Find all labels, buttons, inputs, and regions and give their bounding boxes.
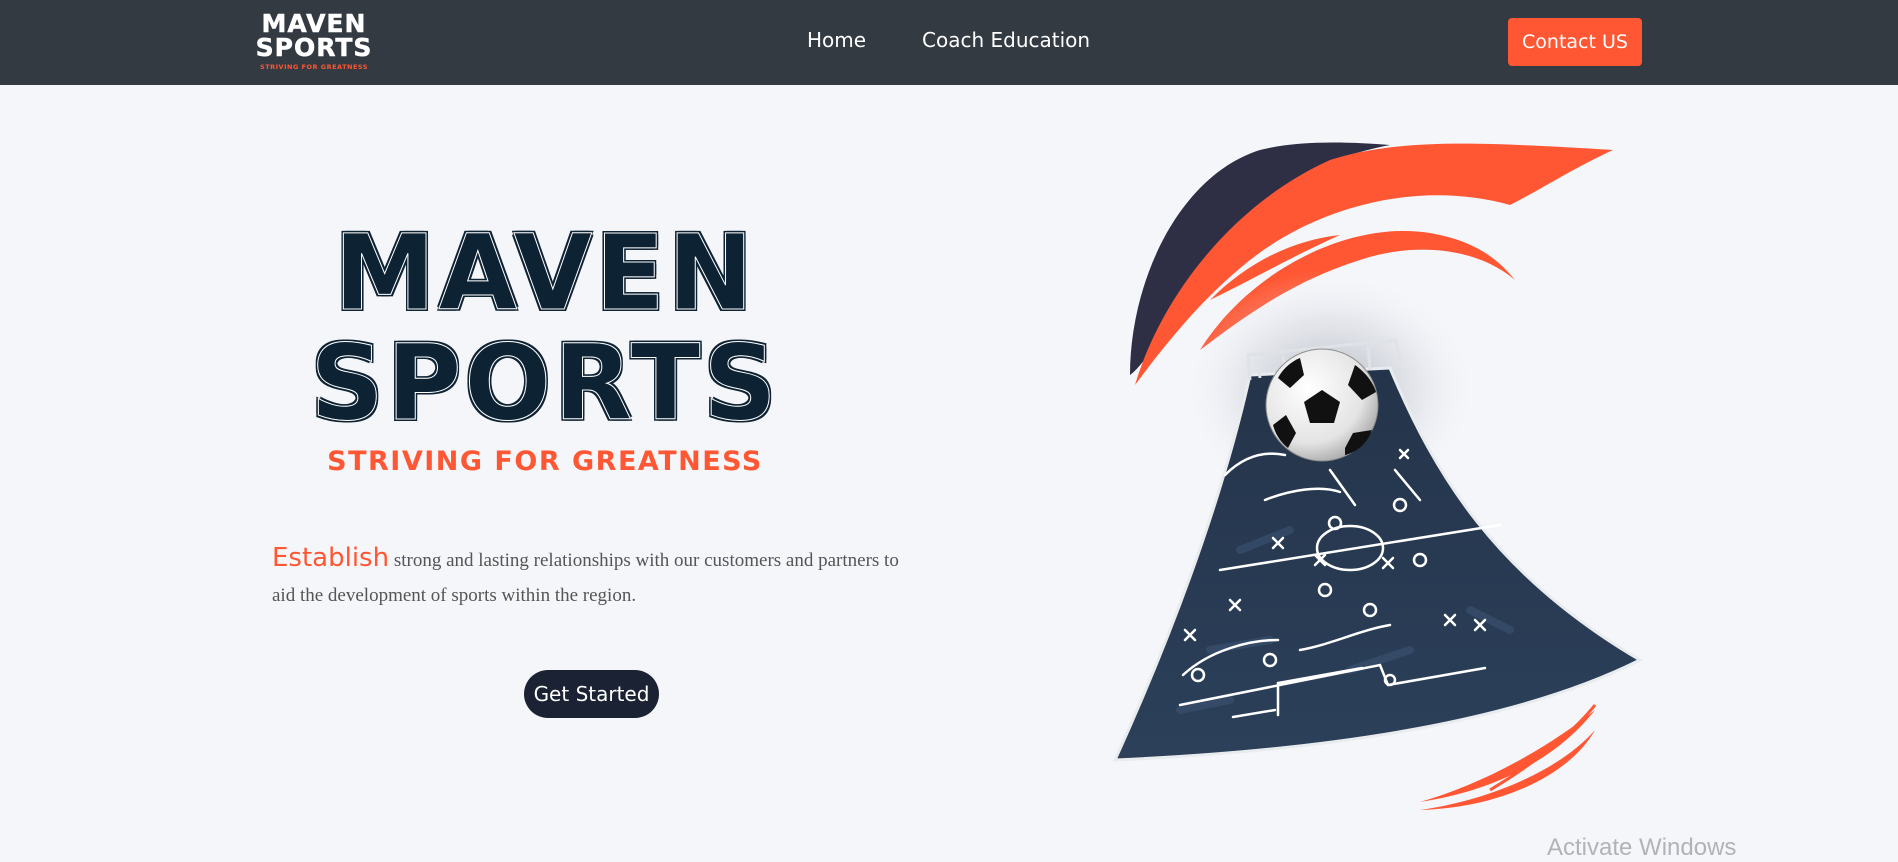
nav-link-home[interactable]: Home	[807, 28, 866, 52]
hero-title-line1: MAVEN	[334, 212, 756, 334]
nav-logo[interactable]: MAVEN SPORTS STRIVING FOR GREATNESS	[255, 11, 373, 72]
top-navbar: MAVEN SPORTS STRIVING FOR GREATNESS Home…	[0, 0, 1898, 85]
nav-logo-line2: SPORTS	[255, 33, 373, 62]
soccer-tactics-illustration	[1112, 142, 1644, 810]
get-started-button[interactable]: Get Started	[524, 670, 659, 718]
nav-link-coach-education[interactable]: Coach Education	[922, 28, 1090, 52]
nav-logo-tagline: STRIVING FOR GREATNESS	[260, 63, 368, 71]
hero-title-line2: SPORTS	[310, 322, 780, 444]
hero-logo: MAVEN SPORTS STRIVING FOR GREATNESS	[300, 212, 790, 478]
hero-highlight-word: Establish	[272, 543, 390, 573]
hero-description: Establish strong and lasting relationshi…	[272, 541, 912, 613]
football-icon	[1265, 348, 1379, 462]
contact-us-button[interactable]: Contact US	[1508, 18, 1642, 66]
hero-subtitle: STRIVING FOR GREATNESS	[327, 446, 763, 477]
